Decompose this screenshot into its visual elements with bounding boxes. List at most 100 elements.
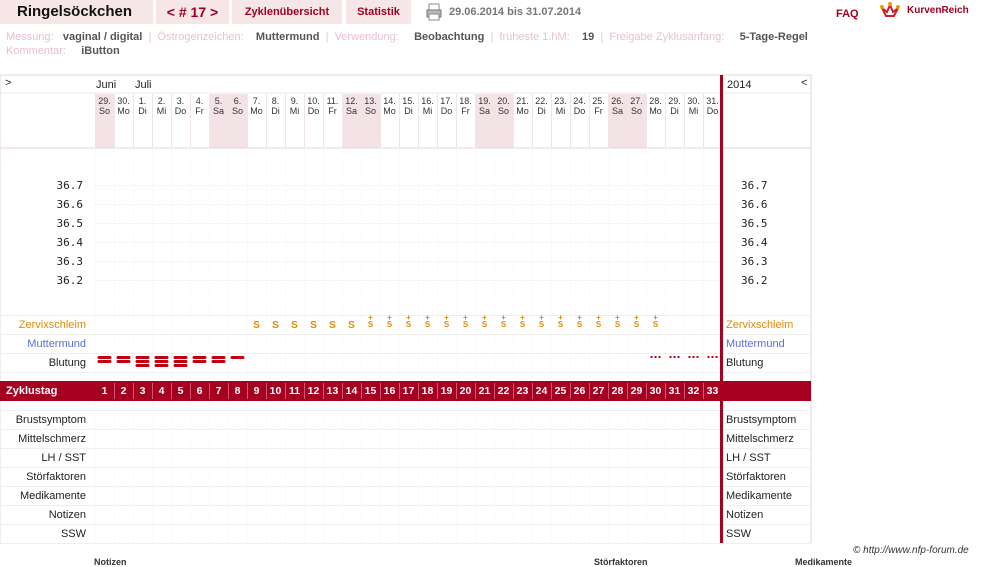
zyklustag-number: 24	[535, 385, 548, 397]
day-date: 13.	[364, 96, 377, 106]
blutung-spot	[711, 356, 714, 358]
zervix-mark: + S	[367, 313, 374, 329]
footer-medikamente: Medikamente	[795, 557, 853, 567]
zervix-mark: + S	[557, 313, 564, 329]
zyklustag-number: 2	[120, 385, 127, 397]
blutung-mark	[230, 356, 245, 359]
zervix-mark: S	[291, 320, 298, 331]
zyklustag-number: 4	[158, 385, 165, 397]
zervix-mark: S	[253, 320, 260, 331]
day-weekday: Mi	[422, 106, 433, 116]
blutung-spot	[715, 356, 718, 358]
zervix-mark: + S	[500, 313, 507, 329]
zyklustag-number: 31	[668, 385, 681, 397]
day-weekday: So	[98, 106, 110, 116]
day-label: 10. Do	[304, 96, 323, 116]
temp-label-right: 36.2	[741, 274, 768, 287]
day-label: 25. Fr	[589, 96, 608, 116]
blutung-mark	[192, 356, 207, 359]
day-date: 6.	[233, 96, 242, 106]
day-date: 14.	[383, 96, 396, 106]
zyklustag-divider	[266, 383, 267, 399]
zyklustag-divider	[513, 383, 514, 399]
zyklustag-number: 21	[478, 385, 491, 397]
zyklustag-number: 30	[649, 385, 662, 397]
zervix-mark: + S	[652, 313, 659, 329]
zyklustag-number: 3	[139, 385, 146, 397]
blutung-mark	[154, 364, 169, 367]
zyklustag-divider	[209, 383, 210, 399]
zervix-mark: S	[272, 320, 279, 331]
day-date: 29.	[668, 96, 681, 106]
zervix-mark: + S	[405, 313, 412, 329]
day-weekday: Mo	[649, 106, 662, 116]
muttermund-label: Muttermund	[27, 338, 86, 350]
zyklustag-divider	[399, 383, 400, 399]
day-date: 20.	[497, 96, 510, 106]
lower-row-label: SSW	[60, 528, 86, 540]
zyklustag-divider	[228, 383, 229, 399]
zervix-mark: + S	[462, 313, 469, 329]
zervix-mark: + S	[633, 313, 640, 329]
day-date: 4.	[195, 96, 204, 106]
day-weekday: Sa	[345, 106, 357, 116]
day-label: 31. Do	[703, 96, 722, 116]
day-label: 21. Mo	[513, 96, 532, 116]
blutung-mark	[211, 360, 226, 363]
zyklustag-divider	[380, 383, 381, 399]
zyklustag-divider	[627, 383, 628, 399]
zervix-mark: + S	[576, 313, 583, 329]
day-label: 9. Mi	[285, 96, 304, 116]
day-weekday: Do	[174, 106, 187, 116]
temp-label-left: 36.7	[56, 179, 84, 192]
day-weekday: Sa	[611, 106, 623, 116]
blutung-mark	[173, 364, 188, 367]
zyklustag-divider	[437, 383, 438, 399]
lower-row-label-right: Medikamente	[726, 490, 793, 502]
zyklustag-divider	[551, 383, 552, 399]
blutung-mark	[192, 360, 207, 363]
zyklustag-number: 26	[573, 385, 586, 397]
blutung-mark	[97, 356, 112, 359]
lower-row-label: Notizen	[48, 509, 86, 521]
day-label: 6. So	[228, 96, 247, 116]
day-weekday: Di	[537, 106, 546, 116]
zyklustag-number: 27	[592, 385, 605, 397]
day-weekday: Di	[404, 106, 413, 116]
zyklustag-number: 33	[706, 385, 719, 397]
temp-label-right: 36.5	[741, 217, 768, 230]
zyklustag-number: 25	[554, 385, 567, 397]
zyklustag-divider	[665, 383, 666, 399]
month-juni: Juni	[96, 79, 117, 91]
zyklustag-divider	[703, 383, 704, 399]
day-label: 12. Sa	[342, 96, 361, 116]
scroll-right-arrow[interactable]: <	[801, 77, 807, 89]
day-date: 19.	[478, 96, 491, 106]
zyklustag-number: 8	[234, 385, 241, 397]
zyklustag-number: 29	[630, 385, 643, 397]
zyklustag-divider	[475, 383, 476, 399]
blutung-mark	[116, 360, 131, 363]
zervix-mark: + S	[614, 313, 621, 329]
zyklustag-number: 6	[196, 385, 203, 397]
zyklustag-number: 18	[421, 385, 434, 397]
day-date: 5.	[214, 96, 223, 106]
zyklustag-divider	[532, 383, 533, 399]
day-date: 17.	[440, 96, 453, 106]
day-label: 26. Sa	[608, 96, 627, 116]
day-date: 26.	[611, 96, 624, 106]
temp-label-left: 36.2	[56, 274, 84, 287]
zyklustag-number: 5	[177, 385, 184, 397]
blutung-spot	[692, 356, 695, 358]
zervix-label: Zervixschleim	[18, 319, 86, 331]
day-label: 27. So	[627, 96, 646, 116]
day-weekday: So	[231, 106, 243, 116]
day-date: 31.	[706, 96, 719, 106]
day-weekday: Mo	[383, 106, 396, 116]
scroll-left-arrow[interactable]: >	[5, 77, 11, 89]
day-label: 14. Mo	[380, 96, 399, 116]
year-label: 2014	[727, 79, 752, 91]
day-weekday: Fr	[594, 106, 603, 116]
day-date: 16.	[421, 96, 434, 106]
zyklustag-number: 22	[497, 385, 510, 397]
